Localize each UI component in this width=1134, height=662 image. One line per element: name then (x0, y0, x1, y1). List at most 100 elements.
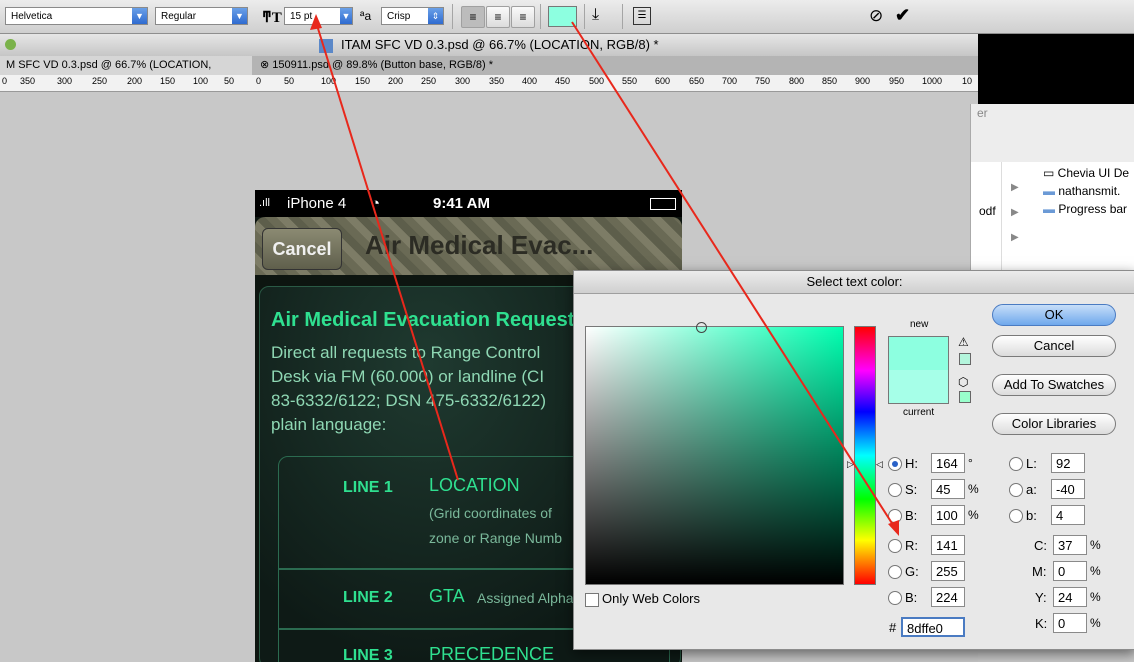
l-field[interactable]: 92 (1051, 453, 1085, 473)
character-panel-icon[interactable]: ☰ (633, 7, 651, 25)
color-picker-dialog: Select text color: ▷ ◁ new current ⚠ ⬡ O… (573, 270, 1134, 650)
hue-slider[interactable]: ▷ ◁ (847, 326, 883, 585)
s-unit: % (968, 482, 979, 496)
s-label: S: (905, 482, 918, 497)
document-title-bar: ITAM SFC VD 0.3.psd @ 66.7% (LOCATION, R… (0, 34, 978, 57)
lab-b-label: b: (1026, 508, 1037, 523)
antialias-dropdown[interactable]: Crisp ⇕ (381, 7, 444, 25)
y-field[interactable]: 24 (1053, 587, 1087, 607)
add-to-swatches-button[interactable]: Add To Swatches (992, 374, 1116, 396)
h-radio[interactable] (888, 457, 902, 471)
h-label: H: (905, 456, 918, 471)
k-field[interactable]: 0 (1053, 613, 1087, 633)
lab-b-field[interactable]: 4 (1051, 505, 1085, 525)
color-libraries-button[interactable]: Color Libraries (992, 413, 1116, 435)
color-field[interactable] (585, 322, 844, 585)
battery-icon (650, 198, 676, 210)
font-size-input[interactable]: 15 pt ▼ (284, 7, 353, 25)
gamut-warning-icon[interactable]: ⚠ (958, 335, 969, 349)
divider (540, 4, 541, 29)
new-color-swatch (888, 336, 949, 370)
ruler-label: 500 (589, 76, 605, 86)
ruler-label: 0 (2, 76, 8, 86)
tab-itam[interactable]: M SFC VD 0.3.psd @ 66.7% (LOCATION, RGB/… (0, 56, 252, 90)
document-title: ITAM SFC VD 0.3.psd @ 66.7% (LOCATION, R… (341, 37, 659, 52)
m-unit: % (1090, 564, 1101, 578)
document-tabs: M SFC VD 0.3.psd @ 66.7% (LOCATION, RGB/… (0, 56, 978, 90)
text-color-swatch[interactable] (548, 6, 577, 27)
status-time: 9:41 AM (433, 195, 490, 212)
cancel-button[interactable]: Cancel (992, 335, 1116, 357)
ruler-label: 150 (355, 76, 371, 86)
hex-label: # (889, 620, 897, 635)
hex-field[interactable]: 8dffe0 (901, 617, 965, 637)
ruler-label: 250 (421, 76, 437, 86)
list-item[interactable]: ▭ Chevia UI De (1043, 166, 1129, 180)
a-radio[interactable] (1009, 483, 1023, 497)
m-field[interactable]: 0 (1053, 561, 1087, 581)
font-family-dropdown[interactable]: Helvetica ▼ (5, 7, 148, 25)
web-cube-icon[interactable]: ⬡ (958, 375, 968, 389)
row-value: PRECEDENCE (429, 644, 555, 662)
list-item[interactable]: ▬ nathansmit. (1043, 184, 1120, 198)
g-field[interactable]: 255 (931, 561, 965, 581)
blue-field[interactable]: 224 (931, 587, 965, 607)
slider-right-arrow-icon[interactable]: ◁ (876, 459, 883, 470)
ruler-label: 200 (127, 76, 143, 86)
l-radio[interactable] (1009, 457, 1023, 471)
close-icon[interactable]: ⊗ (260, 59, 272, 71)
chevron-down-icon: ▼ (132, 8, 147, 24)
r-field[interactable]: 141 (931, 535, 965, 555)
body-line: plain language: (271, 415, 387, 434)
c-unit: % (1090, 538, 1101, 552)
ruler-label: 800 (789, 76, 805, 86)
only-web-colors-label: Only Web Colors (602, 591, 701, 606)
signal-icon: .ıll (259, 197, 270, 209)
font-size-value: 15 pt (290, 11, 313, 22)
ok-button[interactable]: OK (992, 304, 1116, 326)
h-field[interactable]: 164 (931, 453, 965, 473)
g-radio[interactable] (888, 565, 902, 579)
font-style-dropdown[interactable]: Regular ▼ (155, 7, 248, 25)
body-line: Direct all requests to Range Control (271, 343, 541, 362)
ruler-label: 900 (855, 76, 871, 86)
web-safe-swatch[interactable] (959, 391, 971, 403)
divider (584, 4, 585, 29)
zoom-window-icon[interactable] (5, 39, 16, 50)
s-field[interactable]: 45 (931, 479, 965, 499)
row-value: GTA (429, 586, 465, 606)
align-center-icon[interactable]: ≡ (486, 6, 510, 28)
brightness-field[interactable]: 100 (931, 505, 965, 525)
only-web-colors-checkbox[interactable] (585, 593, 599, 607)
brightness-radio[interactable] (888, 509, 902, 523)
color-field-cursor[interactable] (696, 322, 707, 333)
ruler-label: 100 (321, 76, 337, 86)
ruler-label: 300 (455, 76, 471, 86)
align-right-icon[interactable]: ≡ (511, 6, 535, 28)
lab-b-radio[interactable] (1009, 509, 1023, 523)
font-style-value: Regular (161, 11, 197, 22)
current-color-swatch[interactable] (888, 370, 949, 404)
tab-label: 150911.psd @ 89.8% (Button base, RGB/8) … (272, 59, 493, 71)
gamut-swatch[interactable] (959, 353, 971, 365)
c-field[interactable]: 37 (1053, 535, 1087, 555)
chevron-right-icon: ▶ (1011, 207, 1019, 218)
text-size-icon: ͳT (262, 10, 282, 26)
cancel-icon[interactable]: ⊘ (869, 6, 883, 26)
s-radio[interactable] (888, 483, 902, 497)
slider-left-arrow-icon[interactable]: ▷ (847, 459, 854, 470)
ruler-label: 550 (622, 76, 638, 86)
blue-radio[interactable] (888, 591, 902, 605)
commit-icon[interactable]: ✔ (895, 5, 910, 26)
warp-text-icon[interactable]: ⤓ (592, 6, 599, 24)
ruler-label: 400 (522, 76, 538, 86)
list-item[interactable]: ▬ Progress bar (1043, 202, 1127, 216)
r-radio[interactable] (888, 539, 902, 553)
cancel-button[interactable]: Cancel (262, 228, 342, 270)
a-field[interactable]: -40 (1051, 479, 1085, 499)
align-left-icon[interactable]: ≡ (461, 6, 485, 28)
tab-150911[interactable]: ⊗ 150911.psd @ 89.8% (Button base, RGB/8… (254, 56, 510, 75)
row-label: LINE 3 (343, 647, 393, 662)
l-label: L: (1026, 456, 1037, 471)
k-unit: % (1090, 616, 1101, 630)
